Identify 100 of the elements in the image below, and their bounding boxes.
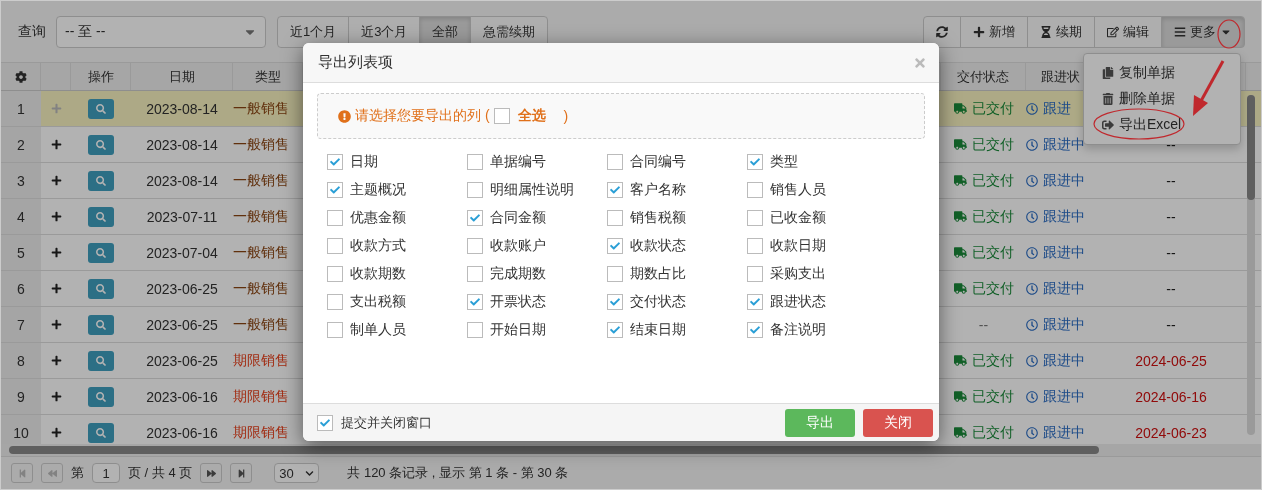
column-checkbox[interactable] [467,322,483,338]
row-number: 7 [1,307,41,342]
table-cell: 2023-08-14 [146,100,218,117]
checkbox-label: 销售税额 [630,209,686,227]
close-on-submit-checkbox[interactable] [317,414,333,431]
search-icon [96,103,106,114]
page-input[interactable]: 1 [92,463,120,483]
column-checkbox[interactable] [467,294,483,310]
page-size-select[interactable]: 30 [274,463,320,483]
column-checkbox[interactable] [747,182,763,198]
table-cell: 已交付 [971,351,1014,370]
table-cell: 2023-06-25 [146,352,218,369]
expand-button[interactable] [50,211,62,222]
check-icon [750,157,760,167]
column-checkbox[interactable] [467,266,483,282]
column-checkbox[interactable] [327,154,343,170]
date-range-select[interactable]: -- 至 -- [56,15,266,48]
clock-icon [1026,174,1038,187]
notice-text: 请选择您要导出的列 ( [355,107,490,125]
checkbox-label: 主题概况 [350,181,406,199]
table-cell: 2024-06-25 [1135,352,1207,369]
plus-icon [50,319,62,330]
checkbox-label: 收款账户 [490,237,546,255]
annotation-arrow [1193,60,1225,116]
checkbox-label: 支出税额 [350,293,406,311]
view-button[interactable] [88,98,114,119]
view-button[interactable] [88,206,114,227]
clock-icon [1026,318,1038,331]
expand-button[interactable] [50,175,62,186]
column-checkbox[interactable] [747,238,763,254]
column-checkbox[interactable] [607,154,623,170]
table-cell: 2023-08-14 [146,136,218,153]
column-checkbox[interactable] [747,294,763,310]
expand-button[interactable] [50,283,62,294]
column-checkbox[interactable] [467,238,483,254]
expand-button[interactable] [50,427,62,438]
refresh-button[interactable] [923,15,961,48]
filter-tab[interactable]: 近1个月 [277,15,350,48]
expand-button[interactable] [50,139,62,150]
close-button[interactable]: 关闭 [863,408,933,437]
column-checkbox[interactable] [467,210,483,226]
last-page-button[interactable] [230,463,253,483]
close-icon[interactable] [913,55,927,70]
record-summary: 共 120 条记录 , 显示 第 1 条 - 第 30 条 [347,464,569,482]
column-checkbox[interactable] [747,210,763,226]
select-all-checkbox[interactable] [493,108,510,124]
toolbar-button[interactable]: 新增 [960,15,1028,48]
column-checkbox[interactable] [467,154,483,170]
toolbar-button[interactable]: 编辑 [1094,15,1162,48]
column-checkbox[interactable] [327,294,343,310]
column-checkbox[interactable] [747,154,763,170]
column-checkbox[interactable] [607,210,623,226]
column-checkbox[interactable] [327,182,343,198]
chevron-down-icon [305,468,315,478]
view-button[interactable] [88,242,114,263]
plus-icon [50,103,62,114]
row-number: 9 [1,379,41,414]
column-checkbox[interactable] [607,322,623,338]
column-checkbox[interactable] [607,238,623,254]
view-button[interactable] [88,278,114,299]
plus-icon [50,139,62,150]
last-page-icon [236,468,246,478]
view-button[interactable] [88,422,114,443]
table-cell: 一般销售 [233,171,289,190]
edit-icon [1107,25,1119,38]
table-cell: 已交付 [971,99,1014,118]
table-cell: -- [1166,244,1176,261]
column-checkbox[interactable] [607,294,623,310]
column-checkbox[interactable] [327,238,343,254]
table-cell: 一般销售 [233,243,289,262]
column-checkbox[interactable] [467,182,483,198]
view-button[interactable] [88,350,114,371]
menu-item[interactable]: 导出Excel [1084,112,1240,138]
view-button[interactable] [88,314,114,335]
settings-icon[interactable] [14,70,27,83]
more-button[interactable]: 更多 [1161,15,1245,48]
next-page-button[interactable] [200,463,223,483]
column-checkbox[interactable] [327,322,343,338]
column-checkbox[interactable] [607,266,623,282]
checkbox-label: 已收金额 [770,209,826,227]
expand-button[interactable] [50,391,62,402]
column-checkbox[interactable] [747,266,763,282]
view-button[interactable] [88,386,114,407]
view-button[interactable] [88,134,114,155]
expand-button[interactable] [50,247,62,258]
checkbox-label: 提交并关闭窗口 [341,413,432,432]
column-checkbox[interactable] [607,182,623,198]
vertical-scrollbar[interactable] [1247,95,1255,435]
horizontal-scrollbar[interactable] [1,444,1261,456]
check-icon [470,213,480,223]
column-checkbox[interactable] [327,210,343,226]
column-checkbox[interactable] [327,266,343,282]
check-icon [750,325,760,335]
expand-button[interactable] [50,319,62,330]
view-button[interactable] [88,170,114,191]
expand-button[interactable] [50,355,62,366]
toolbar-button[interactable]: 续期 [1027,15,1095,48]
column-checkbox[interactable] [747,322,763,338]
table-cell: 2024-06-23 [1135,424,1207,441]
table-cell: 已交付 [971,135,1014,154]
